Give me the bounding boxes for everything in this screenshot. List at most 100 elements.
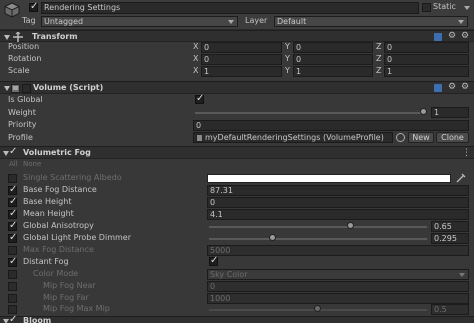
base-fog-distance-override-checkbox[interactable] <box>8 184 17 195</box>
bloom-title: Bloom <box>23 316 52 323</box>
rotation-y-label: Y <box>285 54 290 63</box>
eyedropper-icon[interactable] <box>456 173 466 183</box>
position-x-label: X <box>193 42 199 51</box>
position-z-field[interactable]: 0 <box>384 42 469 53</box>
weight-field[interactable]: 1 <box>431 107 469 118</box>
transform-gear-icon[interactable]: ⚙ <box>461 32 470 41</box>
transform-foldout-arrow-icon[interactable] <box>4 35 10 40</box>
global-light-probe-slider-track[interactable] <box>209 238 427 240</box>
volume-settings-icon[interactable]: ⚙ <box>448 83 457 92</box>
mip-fog-max-mip-override-checkbox[interactable] <box>8 305 17 314</box>
rotation-z-label: Z <box>376 54 382 63</box>
volume-title: Volume (Script) <box>33 83 104 92</box>
position-y-field[interactable]: 0 <box>293 42 373 53</box>
color-mode-dropdown[interactable]: Sky Color <box>207 269 469 280</box>
mip-fog-max-mip-field[interactable]: 0.5 <box>431 304 469 315</box>
volumetric-fog-header[interactable]: Volumetric Fog ⋮ <box>0 146 474 159</box>
volume-enabled-checkbox[interactable] <box>22 84 31 93</box>
volume-header[interactable]: Volume (Script) ⚙ ⚙ <box>0 81 474 94</box>
transform-header[interactable]: Transform ⚙ ⚙ <box>0 30 474 42</box>
scale-x-field[interactable]: 1 <box>201 66 282 77</box>
static-label: Static <box>433 2 456 11</box>
max-fog-distance-override-checkbox[interactable] <box>8 246 17 255</box>
distant-fog-checkbox[interactable] <box>209 255 218 266</box>
rotation-label: Rotation <box>8 54 42 63</box>
clone-button[interactable]: Clone <box>436 132 469 143</box>
mip-fog-far-label: Mip Fog Far <box>43 293 89 302</box>
mean-height-label: Mean Height <box>23 209 74 218</box>
profile-field[interactable]: myDefaultRenderingSettings (VolumeProfil… <box>193 132 393 143</box>
base-height-override-checkbox[interactable] <box>8 196 17 207</box>
color-mode-override-checkbox[interactable] <box>8 270 17 279</box>
weight-slider-knob[interactable] <box>420 108 427 115</box>
layer-value: Default <box>277 17 307 26</box>
base-fog-distance-field[interactable]: 87.31 <box>207 185 469 196</box>
base-height-field[interactable]: 0 <box>207 197 469 208</box>
single-scattering-label: Single Scattering Albedo <box>23 173 122 182</box>
mean-height-field[interactable]: 4.1 <box>207 209 469 220</box>
all-toggle[interactable]: All <box>9 159 18 170</box>
fog-enabled-checkbox[interactable] <box>9 146 18 158</box>
gameobject-cube-icon <box>3 2 21 18</box>
global-light-probe-override-checkbox[interactable] <box>8 232 17 243</box>
max-fog-distance-field[interactable]: 5000 <box>207 245 469 256</box>
color-mode-dropdown-arrow-icon <box>459 273 465 277</box>
weight-slider-track[interactable] <box>195 112 424 114</box>
rotation-z-field[interactable]: 0 <box>384 54 469 65</box>
mean-height-override-checkbox[interactable] <box>8 208 17 219</box>
new-button[interactable]: New <box>408 132 434 143</box>
profile-picker-icon[interactable] <box>396 133 405 142</box>
scale-y-field[interactable]: 1 <box>293 66 373 77</box>
mip-fog-near-label: Mip Fog Near <box>43 281 96 290</box>
priority-field[interactable]: 0 <box>193 120 469 131</box>
profile-value: myDefaultRenderingSettings (VolumeProfil… <box>205 133 384 142</box>
scale-label: Scale <box>8 66 30 75</box>
tag-label: Tag <box>22 16 36 25</box>
script-icon <box>11 84 20 93</box>
distant-fog-override-checkbox[interactable] <box>8 256 17 267</box>
mip-fog-max-mip-slider-knob[interactable] <box>314 305 321 312</box>
static-checkbox[interactable] <box>422 3 431 12</box>
mip-fog-far-override-checkbox[interactable] <box>8 294 17 303</box>
albedo-color-swatch[interactable] <box>207 174 451 183</box>
volume-gear-icon[interactable]: ⚙ <box>461 83 470 92</box>
mip-fog-near-field[interactable]: 0 <box>207 281 469 292</box>
position-x-field[interactable]: 0 <box>201 42 282 53</box>
fog-menu-icon[interactable]: ⋮ <box>462 148 471 158</box>
mip-fog-near-override-checkbox[interactable] <box>8 282 17 291</box>
single-scattering-override-checkbox[interactable] <box>8 174 17 183</box>
transform-help-icon[interactable] <box>434 33 442 41</box>
volume-help-icon[interactable] <box>434 84 442 92</box>
position-y-label: Y <box>285 42 290 51</box>
none-toggle[interactable]: None <box>23 159 41 170</box>
scale-y-label: Y <box>285 66 290 75</box>
base-fog-distance-label: Base Fog Distance <box>23 185 97 194</box>
global-anisotropy-override-checkbox[interactable] <box>8 220 17 231</box>
global-anisotropy-slider-track[interactable] <box>209 226 427 228</box>
global-light-probe-label: Global Light Probe Dimmer <box>23 233 131 242</box>
bloom-enabled-checkbox[interactable] <box>9 314 18 323</box>
scale-z-field[interactable]: 1 <box>384 66 469 77</box>
active-checkbox[interactable] <box>29 1 38 12</box>
color-mode-value: Sky Color <box>210 270 248 279</box>
rotation-x-field[interactable]: 0 <box>201 54 282 65</box>
mip-fog-max-mip-label: Mip Fog Max Mip <box>43 304 110 313</box>
mip-fog-far-field[interactable]: 1000 <box>207 293 469 304</box>
static-dropdown-arrow-icon[interactable] <box>464 6 470 10</box>
tag-dropdown[interactable]: Untagged <box>41 16 238 27</box>
gameobject-header: Rendering Settings Static Tag Untagged L… <box>0 0 474 30</box>
global-anisotropy-field[interactable]: 0.65 <box>431 221 469 232</box>
bloom-header[interactable]: Bloom <box>0 314 474 323</box>
global-light-probe-field[interactable]: 0.295 <box>431 233 469 244</box>
rotation-y-field[interactable]: 0 <box>293 54 373 65</box>
global-anisotropy-slider-knob[interactable] <box>346 222 354 229</box>
is-global-checkbox[interactable] <box>195 93 204 104</box>
tag-value: Untagged <box>44 17 84 26</box>
transform-settings-icon[interactable]: ⚙ <box>448 32 457 41</box>
base-height-label: Base Height <box>23 197 72 206</box>
volume-foldout-arrow-icon[interactable] <box>4 86 10 91</box>
max-fog-distance-label: Max Fog Distance <box>23 245 94 254</box>
gameobject-name-field[interactable]: Rendering Settings <box>41 2 419 14</box>
priority-label: Priority <box>8 120 37 129</box>
layer-dropdown[interactable]: Default <box>274 16 468 27</box>
